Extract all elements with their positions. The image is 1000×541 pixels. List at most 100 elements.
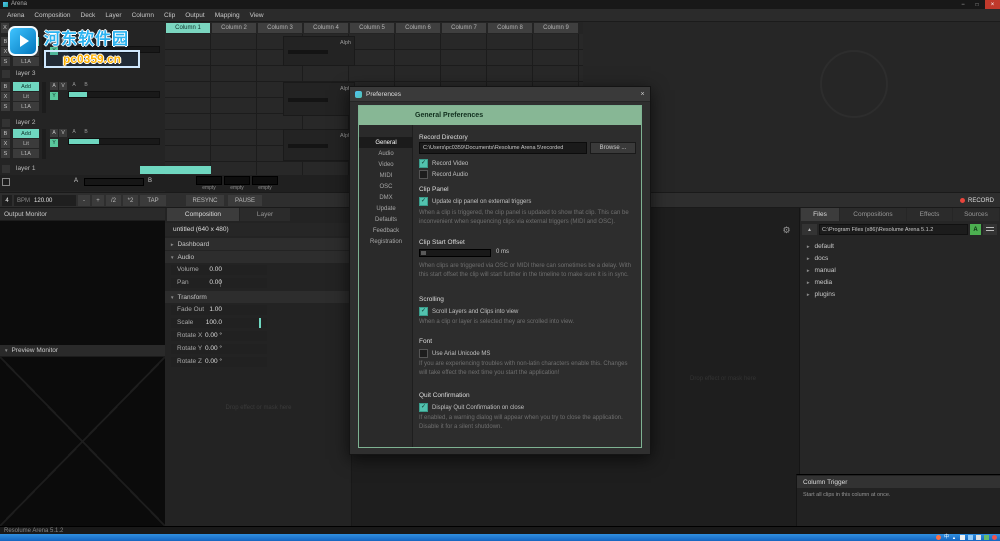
menu-layer[interactable]: Layer [100, 9, 126, 22]
param-value[interactable]: 100.0 [192, 319, 222, 326]
param-value[interactable]: 0.00 ° [192, 332, 222, 339]
dialog-titlebar[interactable]: Preferences [350, 87, 650, 102]
menu-arena[interactable]: Arena [2, 9, 29, 22]
column-8-header[interactable]: Column 8 [488, 23, 532, 33]
folder-up-button[interactable] [802, 224, 817, 235]
layer-name[interactable]: layer 1 [16, 165, 36, 172]
nav-item-update[interactable]: Update [359, 203, 413, 214]
menu-mapping[interactable]: Mapping [210, 9, 245, 22]
solo-button[interactable]: S [1, 102, 10, 111]
autopilot-toggle[interactable]: Y [50, 139, 58, 147]
nav-item-audio[interactable]: Audio [359, 148, 413, 159]
bpm-double-button[interactable]: *2 [123, 195, 138, 206]
antivirus-icon[interactable] [984, 535, 989, 540]
column-9-header[interactable]: Column 9 [534, 23, 578, 33]
empty-clip-slot[interactable]: empty [196, 176, 222, 191]
tab-compositions[interactable]: Compositions [840, 208, 906, 221]
crossfader-mode-box[interactable] [2, 178, 10, 186]
empty-clip-slot[interactable]: empty [252, 176, 278, 191]
nav-item-video[interactable]: Video [359, 159, 413, 170]
column-7-header[interactable]: Column 7 [442, 23, 486, 33]
tab-composition[interactable]: Composition [167, 208, 239, 221]
path-field[interactable]: C:\Program Files (x86)\Resolume Arena 5.… [819, 224, 968, 235]
tray-app2-icon[interactable] [992, 535, 997, 540]
tab-sources[interactable]: Sources [953, 208, 999, 221]
param-value[interactable]: 0.00 [192, 279, 222, 286]
param-rotate-z[interactable]: Rotate Z 0.00 ° [165, 356, 352, 368]
crossfade-assign-button[interactable]: X [1, 139, 10, 148]
nav-item-general[interactable]: General [359, 137, 413, 148]
menu-composition[interactable]: Composition [29, 9, 75, 22]
tap-button[interactable]: TAP [140, 195, 166, 206]
tree-item-docs[interactable]: docs [806, 253, 996, 264]
blend-mode-button[interactable]: Add [13, 82, 39, 91]
crossfade-a-header[interactable]: A [68, 81, 80, 89]
blend-mode-label[interactable]: Alph [340, 40, 351, 46]
record-directory-input[interactable]: C:\Users\pc0359\Documents\Resolume Arena… [419, 142, 587, 154]
crossfade-b-header[interactable]: B [80, 128, 92, 136]
record-video-checkbox[interactable] [419, 159, 428, 168]
column-trigger-header[interactable]: Column Trigger [797, 476, 1000, 488]
param-rotate-y[interactable]: Rotate Y 0.00 ° [165, 343, 352, 355]
tab-effects[interactable]: Effects [907, 208, 952, 221]
group-audio[interactable]: Audio [165, 251, 352, 263]
browse-button[interactable]: Browse ... [590, 142, 636, 154]
crossfade-assign-button[interactable]: X [1, 92, 10, 101]
transition-slider[interactable] [288, 144, 328, 148]
param-fade-out[interactable]: Fade Out 1.00 [165, 304, 352, 316]
expand-icon[interactable] [806, 279, 814, 286]
column-1-header[interactable]: Column 1 [166, 23, 210, 33]
audio-toggle[interactable]: A [50, 82, 58, 90]
keyboard-icon[interactable] [960, 535, 965, 540]
column-4-header[interactable]: Column 4 [304, 23, 348, 33]
column-5-header[interactable]: Column 5 [350, 23, 394, 33]
nav-item-feedback[interactable]: Feedback [359, 225, 413, 236]
audio-toggle[interactable]: A [50, 129, 58, 137]
tree-item-manual[interactable]: manual [806, 265, 996, 276]
bpm-display[interactable]: BPM 120.00 [14, 195, 76, 206]
layer-name[interactable]: layer 2 [16, 119, 36, 126]
param-rotate-x[interactable]: Rotate X 0.00 ° [165, 330, 352, 342]
close-button[interactable] [985, 0, 1000, 9]
column-3-header[interactable]: Column 3 [258, 23, 302, 33]
video-toggle[interactable]: V [59, 129, 67, 137]
bpm-half-button[interactable]: /2 [106, 195, 121, 206]
param-value[interactable]: 0.00 ° [192, 358, 222, 365]
output-monitor-header[interactable]: Output Monitor [0, 208, 165, 221]
arial-unicode-checkbox[interactable] [419, 349, 428, 358]
gear-icon[interactable] [780, 224, 793, 237]
nav-item-dmx[interactable]: DMX [359, 192, 413, 203]
crossfader-slider[interactable] [84, 178, 144, 186]
record-audio-checkbox[interactable] [419, 170, 428, 179]
preview-monitor-header[interactable]: Preview Monitor [0, 345, 165, 357]
menu-view[interactable]: View [245, 9, 269, 22]
nav-item-osc[interactable]: OSC [359, 181, 413, 192]
dialog-close-icon[interactable] [637, 89, 648, 100]
active-clip-progress[interactable] [140, 166, 211, 174]
volume-icon[interactable] [976, 535, 981, 540]
tree-item-default[interactable]: default [806, 241, 996, 252]
crossfader-a-label[interactable]: A [74, 178, 78, 184]
windows-taskbar[interactable]: 中 [0, 534, 1000, 541]
resync-button[interactable]: RESYNC [186, 195, 224, 206]
layer-fader[interactable] [42, 82, 46, 113]
list-view-button[interactable] [983, 224, 997, 235]
layer-transition-box[interactable]: Alph [283, 129, 355, 161]
group-transform[interactable]: Transform [165, 291, 352, 303]
ime-icon[interactable]: 中 [944, 535, 949, 540]
param-value[interactable]: 0.00 [192, 266, 222, 273]
expand-icon[interactable] [806, 243, 814, 250]
group-button[interactable]: L1A [13, 149, 39, 158]
column-2-header[interactable]: Column 2 [212, 23, 256, 33]
group-dashboard[interactable]: Dashboard [165, 238, 352, 250]
clip-start-offset-slider[interactable] [419, 249, 491, 257]
crossfade-b-header[interactable]: B [80, 81, 92, 89]
menu-column[interactable]: Column [127, 9, 159, 22]
quit-confirmation-checkbox[interactable] [419, 403, 428, 412]
record-button[interactable]: RECORD [942, 195, 998, 206]
pause-button[interactable]: PAUSE [228, 195, 262, 206]
tab-files[interactable]: Files [801, 208, 839, 221]
bypass-button[interactable]: B [1, 129, 10, 138]
layer-select-box[interactable] [2, 119, 10, 127]
update-clip-panel-checkbox[interactable] [419, 197, 428, 206]
